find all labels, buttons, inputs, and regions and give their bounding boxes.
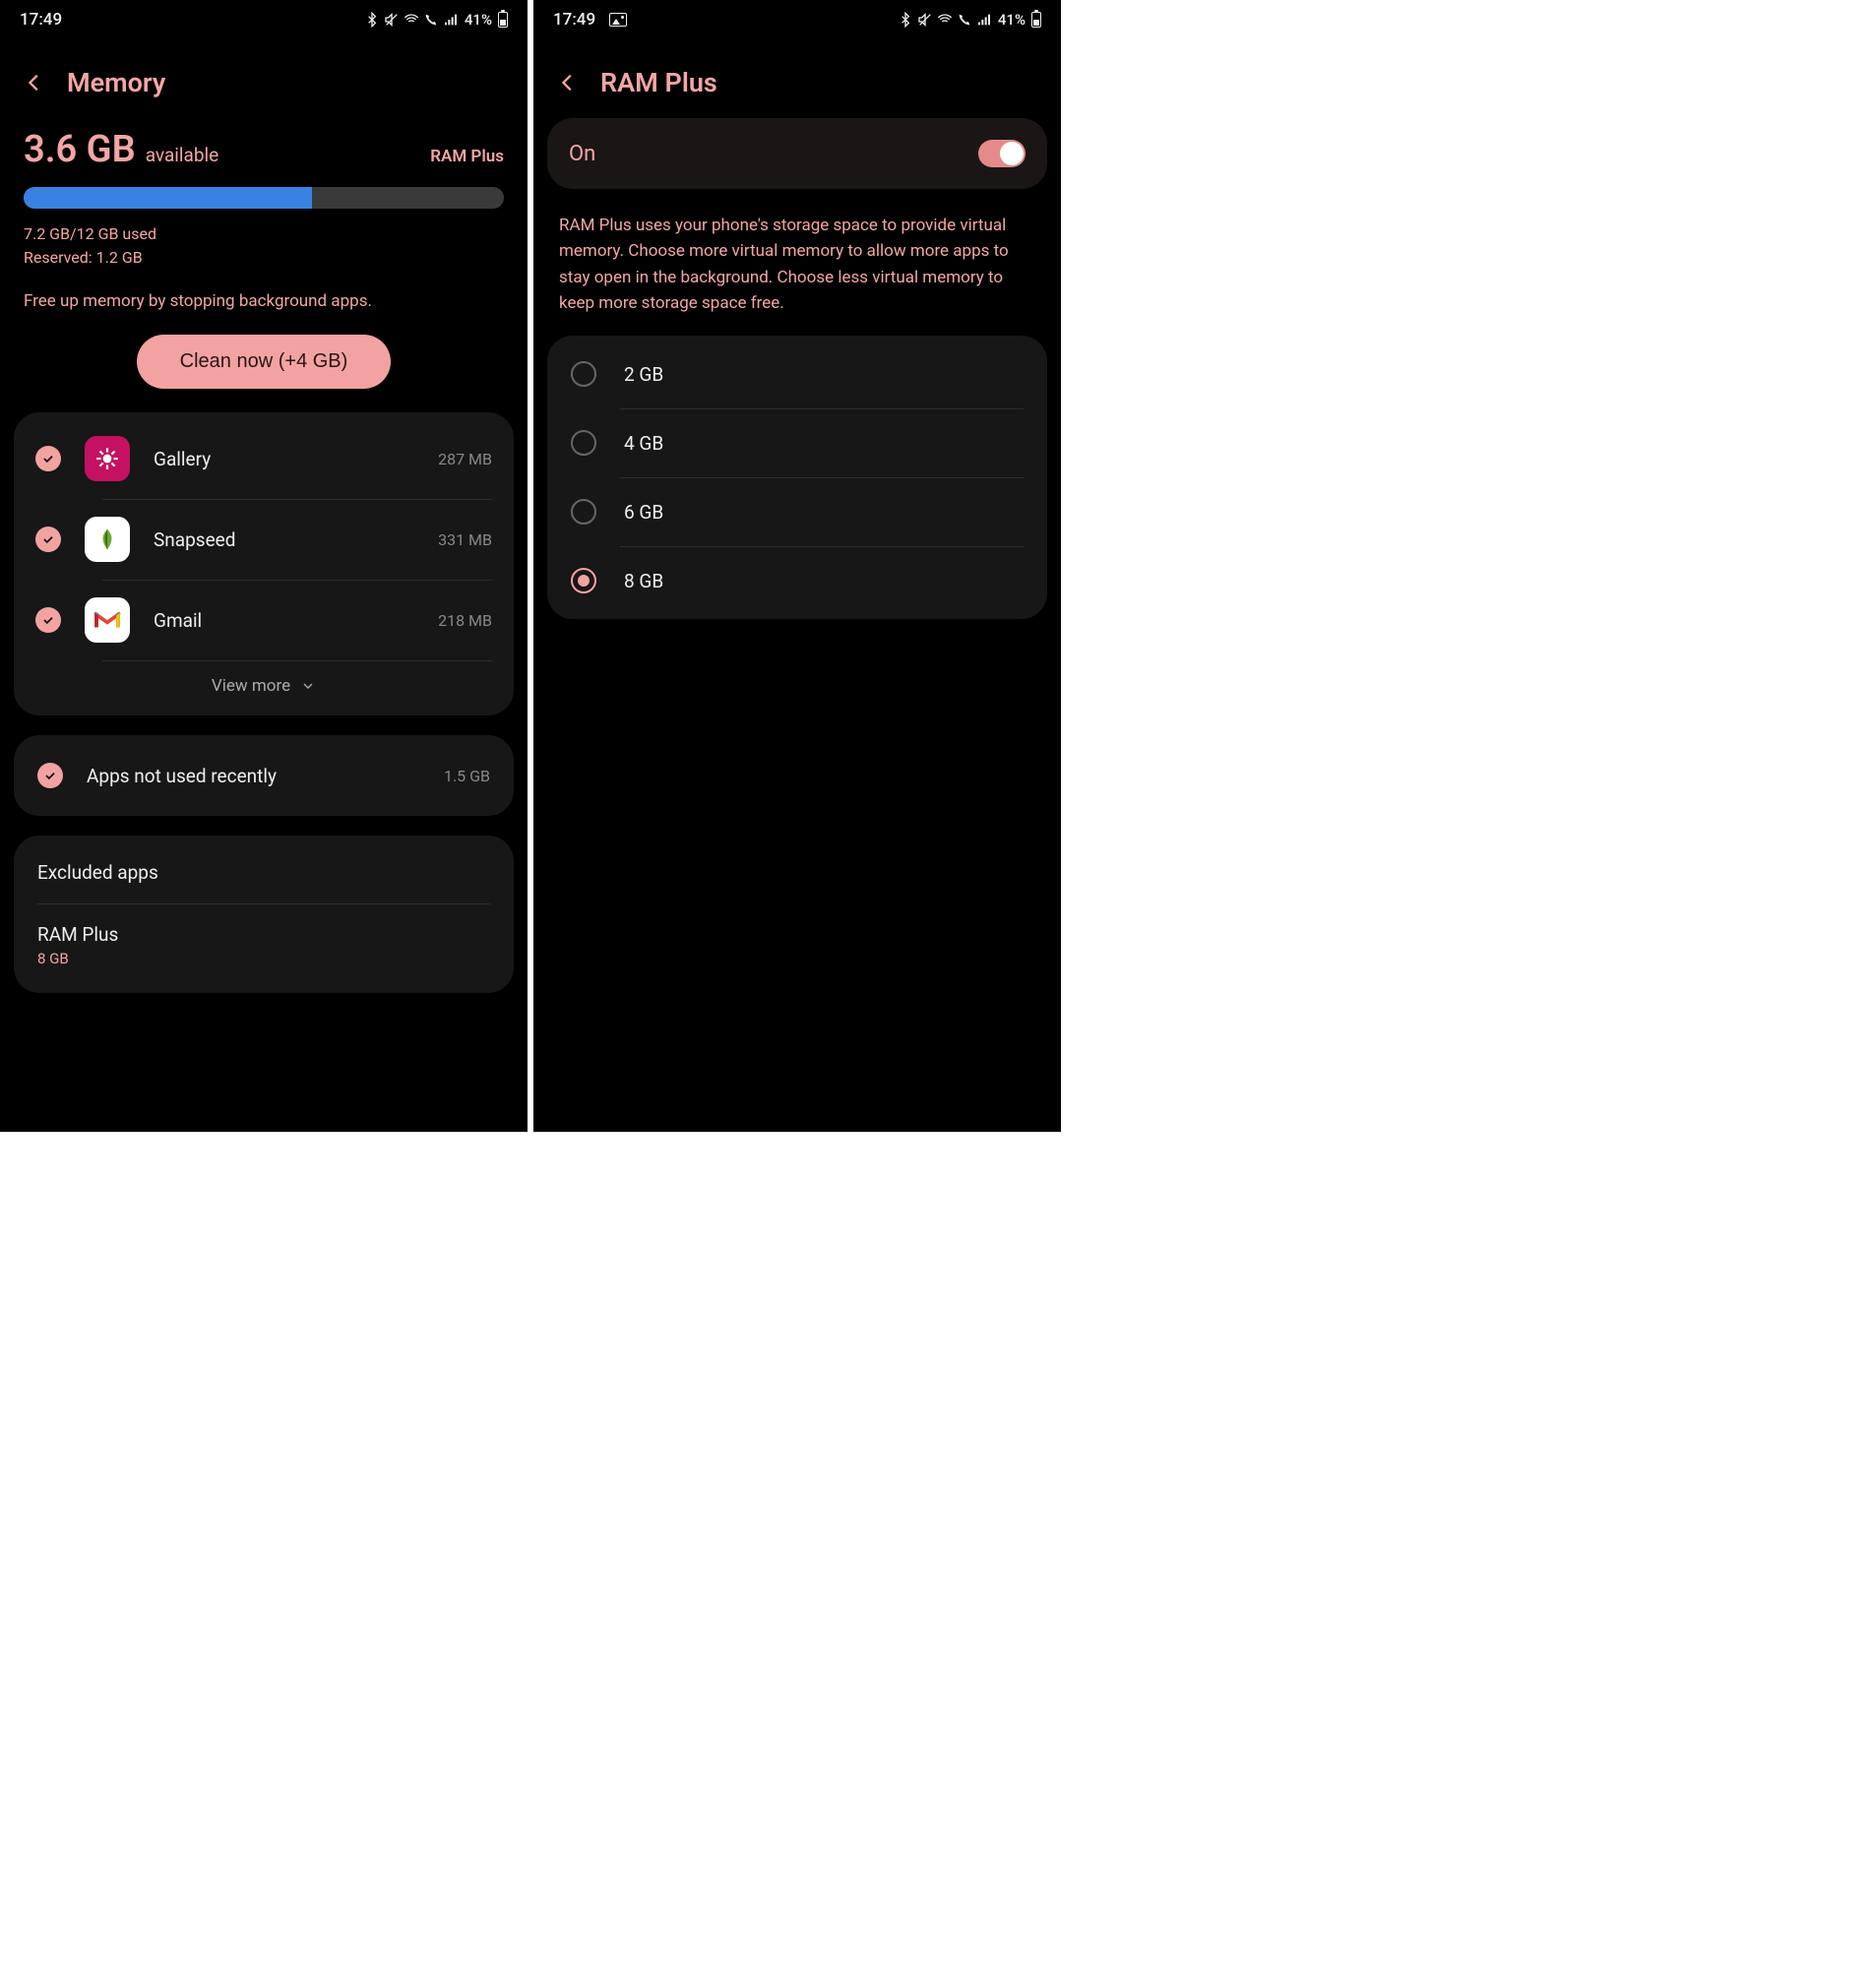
status-icons: 41% [364, 11, 508, 29]
signal-icon [443, 12, 459, 28]
option-label: 4 GB [624, 432, 663, 455]
status-bar: 17:49 41% [0, 0, 528, 35]
header: RAM Plus [533, 35, 1061, 118]
apps-card: Gallery 287 MB Snapseed 331 MB Gmail 218… [14, 412, 514, 715]
ramplus-link[interactable]: RAM Plus [430, 147, 504, 166]
page-title: RAM Plus [600, 67, 717, 98]
available-label: available [146, 144, 219, 166]
option-8gb[interactable]: 8 GB [547, 546, 1047, 615]
toggle-label: On [569, 142, 595, 166]
memory-progress [24, 187, 504, 209]
mute-icon [384, 12, 400, 28]
status-time: 17:49 [553, 10, 595, 30]
option-label: 2 GB [624, 363, 663, 386]
not-recent-card: Apps not used recently 1.5 GB [14, 735, 514, 816]
option-2gb[interactable]: 2 GB [547, 340, 1047, 408]
excluded-apps-row[interactable]: Excluded apps [14, 841, 514, 903]
available-value: 3.6 GB [24, 128, 136, 171]
bluetooth-icon [364, 12, 380, 28]
toggle-card[interactable]: On [547, 118, 1047, 189]
view-more-label: View more [212, 676, 290, 696]
app-row[interactable]: Snapseed 331 MB [14, 499, 514, 580]
signal-icon [976, 12, 992, 28]
app-name: Gallery [154, 448, 438, 470]
volte-icon [423, 12, 439, 28]
back-icon[interactable] [24, 72, 45, 93]
memory-summary: 3.6 GB available RAM Plus 7.2 GB/12 GB u… [0, 118, 528, 311]
radio-icon[interactable] [571, 568, 596, 593]
not-recent-label: Apps not used recently [87, 765, 444, 787]
status-bar: 17:49 41% [533, 0, 1061, 35]
view-more-button[interactable]: View more [14, 660, 514, 710]
option-label: 6 GB [624, 501, 663, 524]
battery-percent: 41% [465, 11, 492, 29]
ramplus-row[interactable]: RAM Plus 8 GB [14, 903, 514, 987]
hint-text: Free up memory by stopping background ap… [24, 291, 504, 311]
volte-icon [957, 12, 972, 28]
checkbox-icon[interactable] [37, 763, 63, 788]
radio-icon[interactable] [571, 430, 596, 456]
setting-title: RAM Plus [37, 923, 490, 946]
option-label: 8 GB [624, 570, 663, 592]
picture-icon [609, 13, 627, 27]
radio-icon[interactable] [571, 499, 596, 525]
checkbox-icon[interactable] [35, 527, 61, 552]
setting-title: Excluded apps [37, 861, 490, 884]
battery-icon [498, 12, 508, 28]
app-size: 287 MB [438, 450, 492, 468]
description-text: RAM Plus uses your phone's storage space… [533, 205, 1061, 336]
clean-now-button[interactable]: Clean now (+4 GB) [137, 335, 392, 389]
bluetooth-icon [898, 12, 913, 28]
app-name: Snapseed [154, 528, 438, 551]
gmail-icon [85, 597, 130, 643]
option-6gb[interactable]: 6 GB [547, 477, 1047, 546]
gallery-icon [85, 436, 130, 481]
setting-sub: 8 GB [37, 950, 490, 967]
phone-ramplus: 17:49 41% RAM Plus On RAM Plus uses your… [533, 0, 1061, 1132]
app-row[interactable]: Gmail 218 MB [14, 580, 514, 660]
wifi-icon [404, 12, 419, 28]
settings-card: Excluded apps RAM Plus 8 GB [14, 836, 514, 993]
battery-icon [1031, 12, 1041, 28]
battery-percent: 41% [998, 11, 1026, 29]
option-4gb[interactable]: 4 GB [547, 408, 1047, 477]
app-name: Gmail [154, 609, 438, 632]
chevron-down-icon [300, 678, 316, 694]
status-icons: 41% [898, 11, 1041, 29]
options-card: 2 GB 4 GB 6 GB 8 GB [547, 336, 1047, 619]
status-time: 17:49 [20, 10, 62, 30]
apps-not-recent-row[interactable]: Apps not used recently 1.5 GB [14, 741, 514, 810]
memory-progress-fill [24, 187, 312, 209]
app-size: 218 MB [438, 611, 492, 630]
back-icon[interactable] [557, 72, 579, 93]
not-recent-size: 1.5 GB [444, 767, 490, 785]
header: Memory [0, 35, 528, 118]
checkbox-icon[interactable] [35, 446, 61, 471]
checkbox-icon[interactable] [35, 607, 61, 633]
radio-icon[interactable] [571, 361, 596, 387]
app-row[interactable]: Gallery 287 MB [14, 418, 514, 499]
app-size: 331 MB [438, 530, 492, 549]
page-title: Memory [67, 67, 165, 98]
used-text: 7.2 GB/12 GB used [24, 222, 504, 246]
toggle-switch[interactable] [978, 140, 1026, 167]
wifi-icon [937, 12, 953, 28]
mute-icon [917, 12, 933, 28]
snapseed-icon [85, 517, 130, 562]
phone-memory: 17:49 41% Memory 3.6 GB available RAM Pl… [0, 0, 528, 1132]
reserved-text: Reserved: 1.2 GB [24, 246, 504, 270]
